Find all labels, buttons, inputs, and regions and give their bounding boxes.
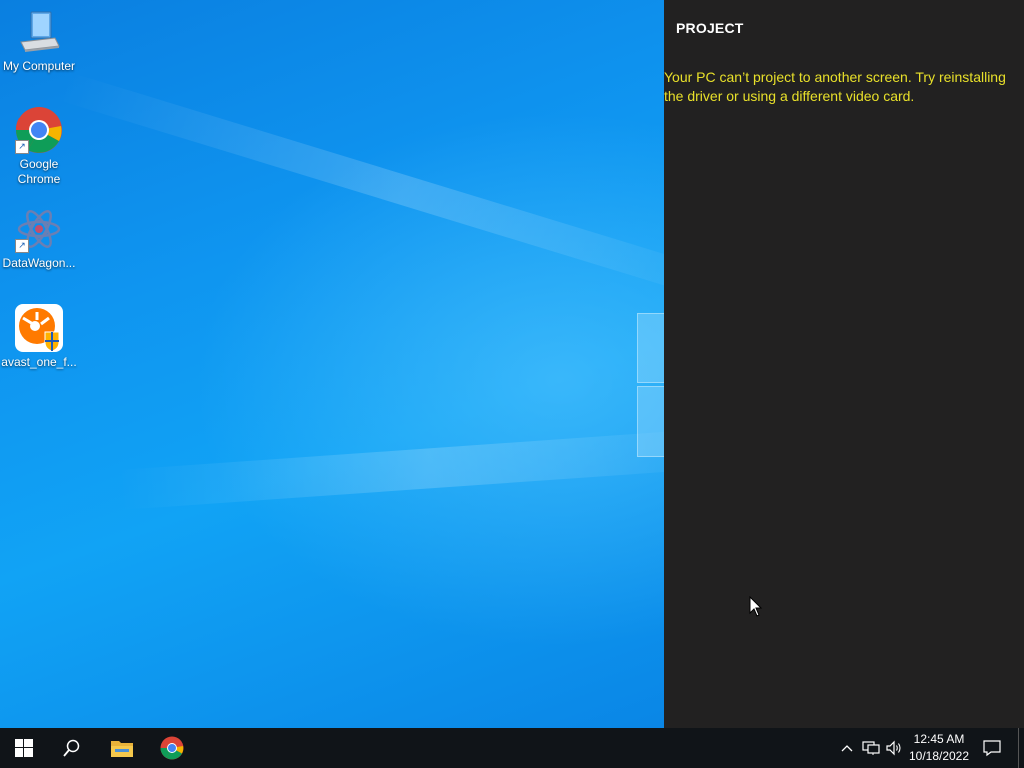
action-center-button[interactable] — [978, 728, 1006, 768]
project-error-message: Your PC can’t project to another screen.… — [664, 69, 1006, 104]
desktop-icon-avast[interactable]: avast_one_f... — [0, 304, 78, 370]
desktop-icon-google-chrome[interactable]: ↗ Google Chrome — [0, 106, 78, 187]
chrome-icon — [160, 736, 184, 760]
volume-icon — [886, 740, 901, 756]
desktop-icon-my-computer[interactable]: My Computer — [0, 8, 78, 74]
show-hidden-icons-button[interactable] — [838, 728, 856, 768]
taskbar-chrome[interactable] — [148, 728, 196, 768]
desktop-icon-datawagon[interactable]: ↗ DataWagon... — [0, 205, 78, 271]
avast-icon — [15, 304, 63, 352]
chrome-icon: ↗ — [15, 106, 63, 154]
desktop-icon-label: My Computer — [2, 59, 76, 73]
project-panel-title: PROJECT — [676, 20, 744, 36]
file-explorer-icon — [111, 741, 133, 757]
datawagon-icon: ↗ — [15, 205, 63, 253]
taskbar-file-explorer[interactable] — [98, 728, 146, 768]
taskbar-clock[interactable]: 12:45 AM 10/18/2022 — [906, 731, 972, 765]
desktop[interactable]: My Computer ↗ Google Chrome ↗ DataWagon.… — [0, 0, 664, 728]
desktop-icon-label: Google Chrome — [17, 157, 61, 186]
search-icon — [63, 739, 80, 757]
network-tray-button[interactable] — [860, 728, 882, 768]
desktop-icon-label: avast_one_f... — [1, 355, 77, 369]
windows-start-icon — [15, 739, 33, 757]
show-desktop-button[interactable] — [1018, 728, 1024, 768]
wallpaper-beam — [55, 70, 664, 310]
shortcut-arrow-icon: ↗ — [15, 239, 29, 253]
desktop-icon-label: DataWagon... — [2, 256, 76, 270]
clock-date: 10/18/2022 — [908, 749, 970, 763]
taskbar: 12:45 AM 10/18/2022 — [0, 728, 1024, 768]
computer-icon — [15, 8, 63, 56]
network-icon — [862, 741, 880, 755]
project-panel: PROJECT Your PC can’t project to another… — [664, 0, 1024, 728]
windows-logo-pane — [637, 386, 664, 457]
windows-logo-pane — [637, 313, 664, 383]
clock-time: 12:45 AM — [913, 732, 965, 746]
shortcut-arrow-icon: ↗ — [15, 140, 29, 154]
volume-tray-button[interactable] — [884, 728, 904, 768]
chevron-up-icon — [841, 745, 853, 752]
wallpaper-beam — [118, 426, 664, 510]
mouse-cursor-icon — [749, 595, 763, 622]
search-button[interactable] — [48, 728, 96, 768]
start-button[interactable] — [0, 728, 48, 768]
notification-icon — [983, 740, 1001, 757]
